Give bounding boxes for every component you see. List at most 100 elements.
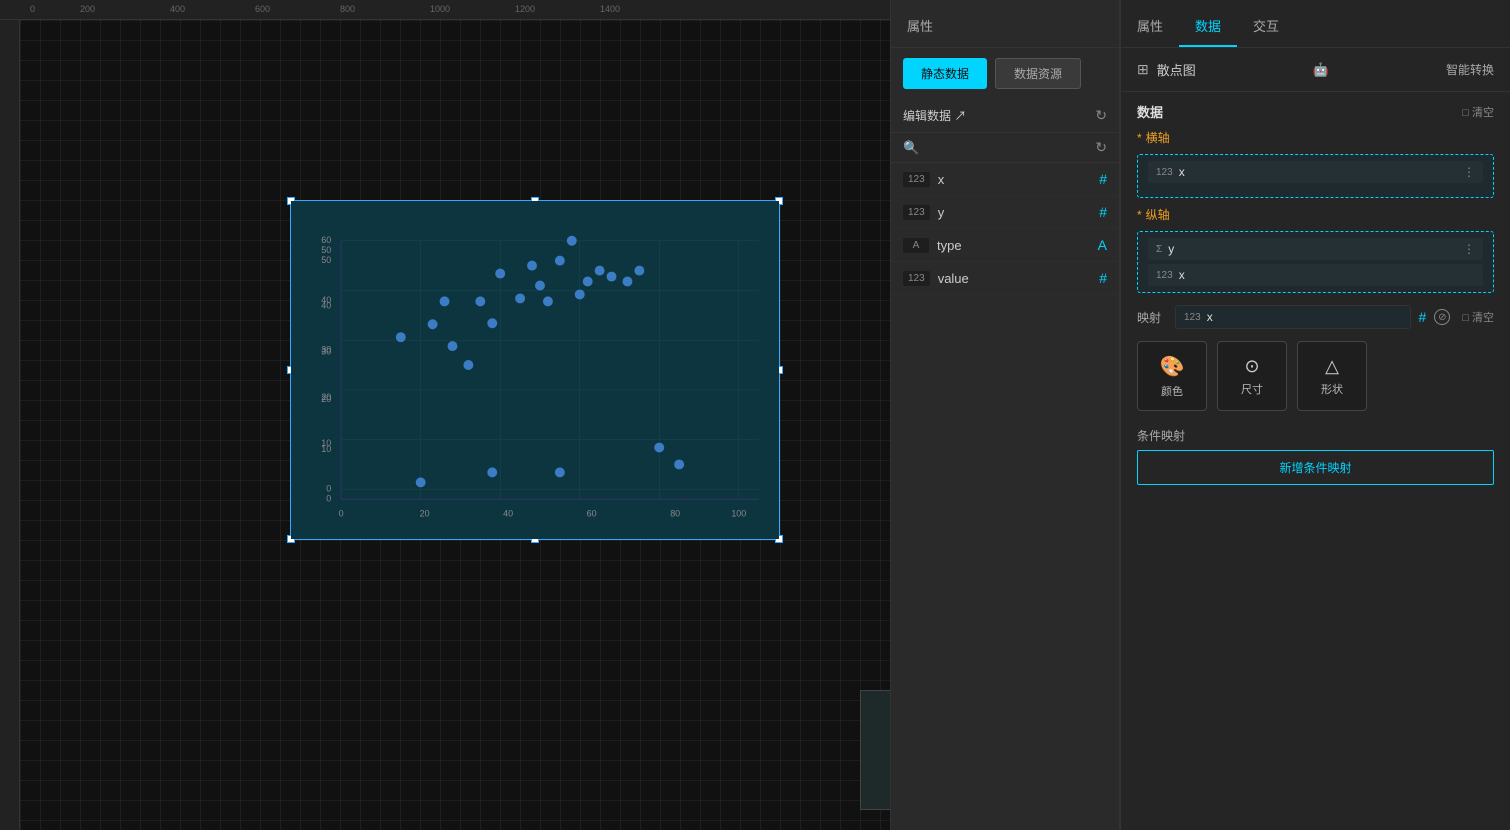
size-icon: ⊙	[1244, 356, 1259, 377]
shape-icon: △	[1325, 356, 1339, 377]
config-panel: 数据 □ 清空 * 横轴 123 x ⋮ * 纵轴 Σ y ⋮	[1121, 92, 1510, 830]
field-row-x[interactable]: 123 x #	[891, 163, 1119, 196]
x-axis-drop-zone[interactable]: 123 x ⋮	[1137, 154, 1494, 198]
search-row: 🔍 ↻	[891, 133, 1119, 163]
field-hash-y[interactable]: #	[1099, 204, 1107, 220]
mapping-icons: # ⊘ □ 清空	[1419, 309, 1495, 325]
svg-text:20: 20	[321, 392, 331, 402]
condition-mapping-section: 条件映射 新增条件映射	[1121, 419, 1510, 493]
config-header: ⊞ 散点图 🤖 智能转换	[1121, 48, 1510, 92]
warning-circle-icon[interactable]: ⊘	[1434, 309, 1450, 325]
mapping-field: 123 x	[1175, 305, 1411, 329]
y-axis-label: 纵轴	[1146, 206, 1170, 223]
svg-text:50: 50	[321, 245, 331, 255]
field-hash-value[interactable]: #	[1099, 270, 1107, 286]
right-tab-bar: 属性 数据 交互	[1121, 0, 1510, 48]
x-axis-label-row: * 横轴	[1121, 125, 1510, 150]
search-refresh-icon[interactable]: ↻	[1095, 139, 1107, 156]
field-name-x: x	[938, 172, 1092, 187]
chart-widget[interactable]: 0 10 20 30 40 50 0 10 20 30 40 50 60 0 2…	[290, 200, 780, 540]
edit-data-row: 编辑数据 ↗ ↻	[891, 99, 1119, 133]
data-section-row: 数据 □ 清空	[1121, 92, 1510, 125]
field-type-y: 123	[903, 205, 930, 220]
shape-map-btn[interactable]: △ 形状	[1297, 341, 1367, 411]
x-required-star: *	[1137, 131, 1142, 145]
y-field-menu-0[interactable]: ⋮	[1463, 242, 1475, 256]
x-axis-field-item: 123 x ⋮	[1148, 161, 1483, 183]
hash-icon: #	[1419, 309, 1427, 325]
ruler-tick: 1000	[430, 4, 450, 14]
ruler-tick: 400	[170, 4, 185, 14]
shape-btn-label: 形状	[1321, 381, 1343, 397]
field-row-value[interactable]: 123 value #	[891, 262, 1119, 295]
condition-mapping-title: 条件映射	[1137, 427, 1494, 444]
field-name-y: y	[938, 205, 1092, 220]
svg-text:100: 100	[731, 509, 746, 519]
color-btn-label: 颜色	[1161, 383, 1183, 399]
chart-name-label: 散点图	[1157, 60, 1196, 79]
size-btn-label: 尺寸	[1241, 381, 1263, 397]
ds-tab-bar: 静态数据 数据资源	[891, 48, 1119, 99]
ruler-top: 0 200 400 600 800 1000 1200 1400	[0, 0, 890, 20]
mapping-clear-btn[interactable]: □ 清空	[1462, 309, 1494, 325]
svg-text:40: 40	[321, 301, 331, 311]
right-panel: 属性 数据 交互 ⊞ 散点图 🤖 智能转换 数据 □ 清空 * 横轴 123 x	[1120, 0, 1510, 830]
left-subpanel: 属性 静态数据 数据资源 编辑数据 ↗ ↻ 🔍 ↻ 123 x # 123 y …	[890, 0, 1120, 830]
y-field-type-0: Σ	[1156, 244, 1162, 255]
y-field-name-0: y	[1168, 242, 1457, 256]
svg-text:60: 60	[321, 235, 331, 245]
svg-text:0: 0	[339, 509, 344, 519]
field-type-value: 123	[903, 271, 930, 286]
field-type-x: 123	[903, 172, 930, 187]
y-field-name-1: x	[1179, 268, 1475, 282]
svg-text:60: 60	[587, 509, 597, 519]
x-field-menu[interactable]: ⋮	[1463, 165, 1475, 179]
main-tab-properties[interactable]: 属性	[891, 6, 949, 47]
svg-text:0: 0	[326, 484, 331, 494]
search-icon: 🔍	[903, 140, 919, 156]
ruler-tick: 1400	[600, 4, 620, 14]
thumbnail-area	[860, 690, 890, 810]
smart-convert-icon: 🤖	[1313, 62, 1329, 78]
chart-inner: 0 10 20 30 40 50 0 10 20 30 40 50 60 0 2…	[291, 201, 779, 539]
edit-data-label: 编辑数据 ↗	[903, 107, 1087, 124]
tab-properties[interactable]: 属性	[1121, 6, 1179, 47]
field-row-type[interactable]: A type A	[891, 229, 1119, 262]
mapping-btn-row: 🎨 颜色 ⊙ 尺寸 △ 形状	[1121, 337, 1510, 419]
x-axis-label: 横轴	[1146, 129, 1170, 146]
ruler-tick: 200	[80, 4, 95, 14]
color-icon: 🎨	[1160, 354, 1185, 379]
ruler-tick: 1200	[515, 4, 535, 14]
tab-interaction[interactable]: 交互	[1237, 6, 1295, 47]
field-row-y[interactable]: 123 y #	[891, 196, 1119, 229]
clear-btn[interactable]: □ 清空	[1462, 104, 1494, 120]
ruler-left	[0, 20, 20, 830]
svg-text:30: 30	[321, 346, 331, 356]
field-hash-x[interactable]: #	[1099, 171, 1107, 187]
y-field-type-1: 123	[1156, 270, 1173, 281]
svg-text:80: 80	[670, 509, 680, 519]
smart-convert-label: 智能转换	[1446, 61, 1494, 78]
data-source-btn[interactable]: 数据资源	[995, 58, 1081, 89]
chart-icon: ⊞	[1137, 61, 1149, 78]
refresh-icon[interactable]: ↻	[1095, 107, 1107, 124]
static-data-btn[interactable]: 静态数据	[903, 58, 987, 89]
y-axis-drop-zone[interactable]: Σ y ⋮ 123 x	[1137, 231, 1494, 293]
x-field-type: 123	[1156, 167, 1173, 178]
size-map-btn[interactable]: ⊙ 尺寸	[1217, 341, 1287, 411]
add-condition-btn[interactable]: 新增条件映射	[1137, 450, 1494, 485]
tab-data[interactable]: 数据	[1179, 6, 1237, 47]
field-alpha-type[interactable]: A	[1098, 237, 1107, 253]
ruler-tick: 800	[340, 4, 355, 14]
y-required-star: *	[1137, 208, 1142, 222]
field-name-value: value	[938, 271, 1092, 286]
scatter-chart-svg: 0 10 20 30 40 50 0 10 20 30 40 50 60 0 2…	[291, 201, 779, 539]
color-map-btn[interactable]: 🎨 颜色	[1137, 341, 1207, 411]
datasource-tab-bar: 属性	[891, 0, 1119, 48]
search-input[interactable]	[925, 141, 1089, 155]
canvas-area: 0 200 400 600 800 1000 1200 1400	[0, 0, 890, 830]
x-field-name: x	[1179, 165, 1457, 179]
svg-text:0: 0	[326, 494, 331, 504]
ruler-tick: 600	[255, 4, 270, 14]
field-type-type: A	[903, 238, 929, 253]
